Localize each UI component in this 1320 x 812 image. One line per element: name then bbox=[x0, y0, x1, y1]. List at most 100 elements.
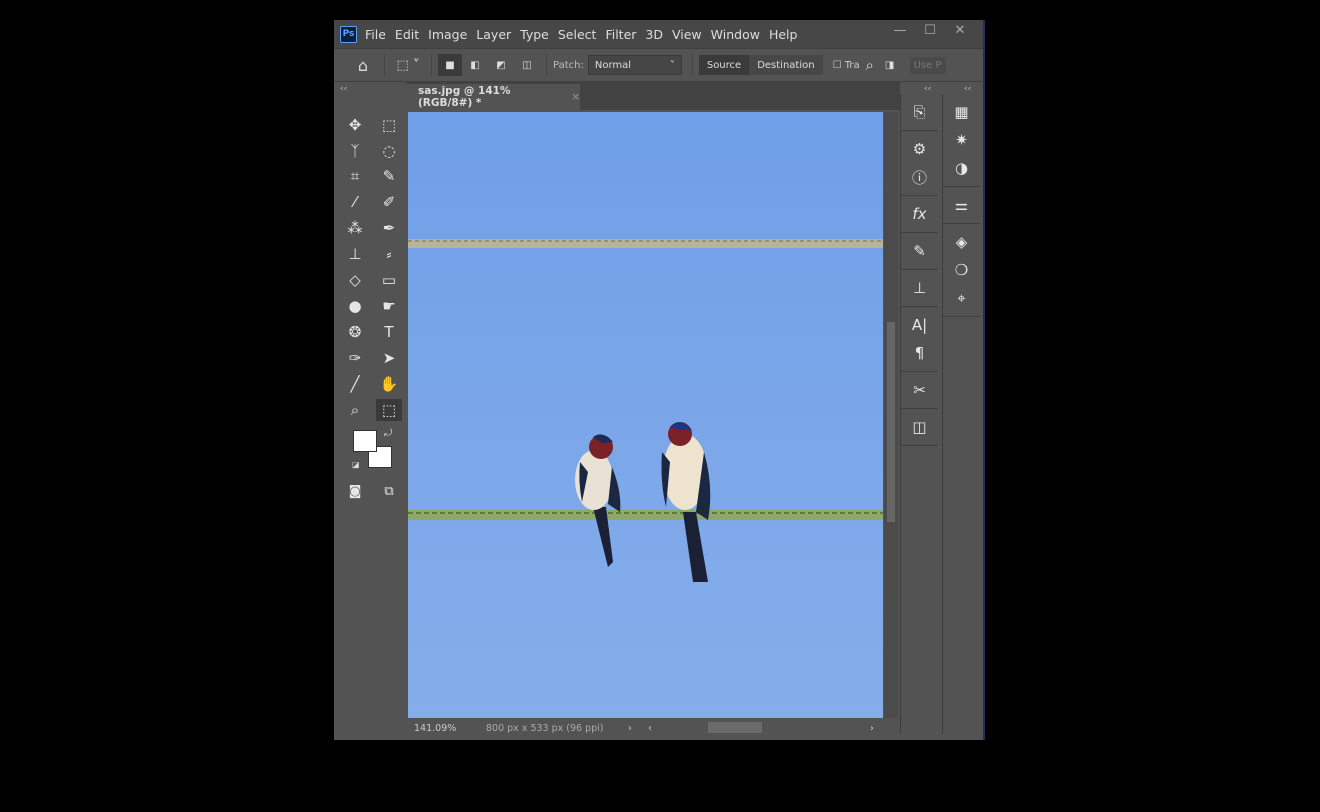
swap-colors-icon[interactable]: ⤾ bbox=[384, 428, 392, 439]
document-info: 800 px x 533 px (96 ppi) bbox=[486, 722, 604, 734]
screen-mode-icon[interactable]: ⧉ bbox=[376, 480, 402, 502]
document-tab-bar: sas.jpg @ 141% (RGB/8#) * × bbox=[406, 82, 900, 110]
brush-settings-icon[interactable]: ✎ bbox=[901, 237, 938, 265]
quick-mask-icon[interactable]: ◙ bbox=[342, 480, 368, 502]
menu-filter[interactable]: Filter bbox=[605, 27, 636, 42]
menu-help[interactable]: Help bbox=[769, 27, 798, 42]
swallows-photo bbox=[408, 112, 883, 718]
info-panel-icon[interactable]: ⓘ bbox=[901, 163, 938, 191]
close-tab-icon[interactable]: × bbox=[571, 91, 580, 103]
gradient-tool-icon[interactable]: ▭ bbox=[376, 269, 402, 291]
zoom-level[interactable]: 141.09% bbox=[414, 723, 486, 734]
history-brush-tool-icon[interactable]: ⸗ bbox=[376, 243, 402, 265]
document-tab-title: sas.jpg @ 141% (RGB/8#) * bbox=[418, 85, 511, 109]
color-panel-icon[interactable]: ✷ bbox=[943, 126, 980, 154]
properties-panel-icon[interactable]: ⚙ bbox=[901, 135, 938, 163]
spot-healing-tool-icon[interactable]: ⁂ bbox=[342, 217, 368, 239]
horizontal-scroll-thumb[interactable] bbox=[708, 722, 762, 733]
maximize-button[interactable]: ☐ bbox=[915, 22, 945, 42]
menu-bar: Ps File Edit Image Layer Type Select Fil… bbox=[334, 20, 983, 48]
source-button[interactable]: Source bbox=[698, 55, 750, 75]
eraser-tool-icon[interactable]: ◇ bbox=[342, 269, 368, 291]
panel-dock-1: ⎘ ⚙ ⓘ fx ✎ ⊥ A| ¶ ✂ ◫ bbox=[900, 94, 938, 734]
status-menu-icon[interactable]: › bbox=[628, 723, 648, 734]
tool-preset-patch-icon[interactable]: ⬚ ˅ bbox=[391, 54, 425, 76]
pattern-picker-icon[interactable]: ◨ bbox=[880, 54, 900, 76]
smudge-tool-icon[interactable]: ☛ bbox=[376, 295, 402, 317]
menu-image[interactable]: Image bbox=[428, 27, 467, 42]
glyphs-panel-icon[interactable]: ◫ bbox=[901, 413, 938, 441]
adjustments-panel-icon[interactable]: ◑ bbox=[943, 154, 980, 182]
menu-layer[interactable]: Layer bbox=[476, 27, 511, 42]
toolbar-collapse-icon[interactable]: ‹‹ bbox=[340, 84, 347, 94]
path-selection-tool-icon[interactable]: ➤ bbox=[376, 347, 402, 369]
styles-panel-icon[interactable]: fx bbox=[901, 200, 938, 228]
search-icon[interactable]: ⌕ bbox=[860, 54, 880, 76]
menu-edit[interactable]: Edit bbox=[395, 27, 419, 42]
vertical-scrollbar[interactable] bbox=[884, 112, 898, 718]
subtract-selection-icon[interactable]: ◩ bbox=[488, 54, 514, 76]
menu-view[interactable]: View bbox=[672, 27, 702, 42]
zoom-tool-icon[interactable]: ⌕ bbox=[342, 399, 368, 421]
crop-tool-icon[interactable]: ⌗ bbox=[342, 165, 368, 187]
options-bar: ⌂ ⬚ ˅ ■ ◧ ◩ ◫ Patch: Normal ˅ Source Dest… bbox=[334, 48, 983, 82]
history-panel-icon[interactable]: ⎘ bbox=[901, 98, 938, 126]
paths-panel-icon[interactable]: ⌖ bbox=[943, 284, 980, 312]
blur-tool-icon[interactable]: ● bbox=[342, 295, 368, 317]
lower-wire bbox=[408, 510, 883, 520]
panel-collapse-icon[interactable]: ‹‹ bbox=[924, 84, 931, 94]
clone-stamp-tool-icon[interactable]: ⊥ bbox=[342, 243, 368, 265]
toolbar: ✥ ⬚ ᛉ ◌ ⌗ ✎ ⁄ ✐ ⁂ ✒ ⊥ ⸗ ◇ ▭ ● ☛ ❂ T ✑ ➤ … bbox=[338, 94, 404, 734]
layer-comps-icon[interactable]: ⚌ bbox=[943, 191, 980, 219]
document-tab[interactable]: sas.jpg @ 141% (RGB/8#) * × bbox=[406, 84, 580, 110]
healing-brush-tool-icon[interactable]: ⁄ bbox=[342, 191, 368, 213]
patch-label: Patch: bbox=[553, 59, 584, 71]
menu-3d[interactable]: 3D bbox=[645, 27, 663, 42]
move-tool-icon[interactable]: ✥ bbox=[342, 114, 368, 136]
menu-type[interactable]: Type bbox=[520, 27, 549, 42]
tools-panel-icon[interactable]: ✂ bbox=[901, 376, 938, 404]
scroll-right-icon[interactable]: › bbox=[870, 723, 874, 734]
marquee-tool-icon[interactable]: ⬚ bbox=[376, 114, 402, 136]
transparent-checkbox[interactable]: ☐ Tra bbox=[833, 60, 860, 71]
status-bar: 141.09% 800 px x 533 px (96 ppi) › ‹ › bbox=[408, 718, 898, 738]
type-tool-icon[interactable]: T bbox=[376, 321, 402, 343]
destination-button[interactable]: Destination bbox=[749, 55, 823, 75]
menu-select[interactable]: Select bbox=[558, 27, 597, 42]
vertical-scroll-thumb[interactable] bbox=[887, 322, 895, 522]
menu-window[interactable]: Window bbox=[711, 27, 760, 42]
patch-mode-select[interactable]: Normal ˅ bbox=[587, 55, 682, 75]
hand-tool-icon[interactable]: ✋ bbox=[376, 373, 402, 395]
patch-tool-icon[interactable]: ⬚ bbox=[376, 399, 402, 421]
channels-panel-icon[interactable]: ❍ bbox=[943, 256, 980, 284]
layers-panel-icon[interactable]: ◈ bbox=[943, 228, 980, 256]
default-colors-icon[interactable]: ◪ bbox=[352, 460, 360, 469]
panel-dock-2: ▦ ✷ ◑ ⚌ ◈ ❍ ⌖ bbox=[942, 94, 980, 734]
eyedropper-tool-icon[interactable]: ✎ bbox=[376, 165, 402, 187]
line-tool-icon[interactable]: ╱ bbox=[342, 373, 368, 395]
photoshop-window: Ps File Edit Image Layer Type Select Fil… bbox=[334, 20, 985, 740]
new-selection-icon[interactable]: ■ bbox=[438, 54, 462, 76]
home-icon[interactable]: ⌂ bbox=[348, 54, 378, 76]
paragraph-panel-icon[interactable]: ¶ bbox=[901, 339, 938, 367]
pen-tool-icon[interactable]: ✑ bbox=[342, 347, 368, 369]
pencil-tool-icon[interactable]: ✐ bbox=[376, 191, 402, 213]
chevron-down-icon: ˅ bbox=[669, 59, 675, 71]
scroll-left-icon[interactable]: ‹ bbox=[648, 723, 652, 734]
close-button[interactable]: ✕ bbox=[945, 22, 975, 42]
use-pattern-button[interactable]: Use P bbox=[909, 56, 946, 74]
quick-selection-tool-icon[interactable]: ◌ bbox=[376, 140, 402, 162]
minimize-button[interactable]: — bbox=[885, 22, 915, 42]
intersect-selection-icon[interactable]: ◫ bbox=[514, 54, 540, 76]
menu-file[interactable]: File bbox=[365, 27, 386, 42]
clone-source-icon[interactable]: ⊥ bbox=[901, 274, 938, 302]
add-selection-icon[interactable]: ◧ bbox=[462, 54, 488, 76]
swatches-panel-icon[interactable]: ▦ bbox=[943, 98, 980, 126]
lasso-tool-icon[interactable]: ᛉ bbox=[342, 140, 368, 162]
character-panel-icon[interactable]: A| bbox=[901, 311, 938, 339]
foreground-color-swatch[interactable] bbox=[353, 430, 377, 452]
panel-collapse-icon-2[interactable]: ‹‹ bbox=[964, 84, 971, 94]
sponge-tool-icon[interactable]: ❂ bbox=[342, 321, 368, 343]
brush-tool-icon[interactable]: ✒ bbox=[376, 217, 402, 239]
image-canvas[interactable] bbox=[408, 112, 883, 718]
